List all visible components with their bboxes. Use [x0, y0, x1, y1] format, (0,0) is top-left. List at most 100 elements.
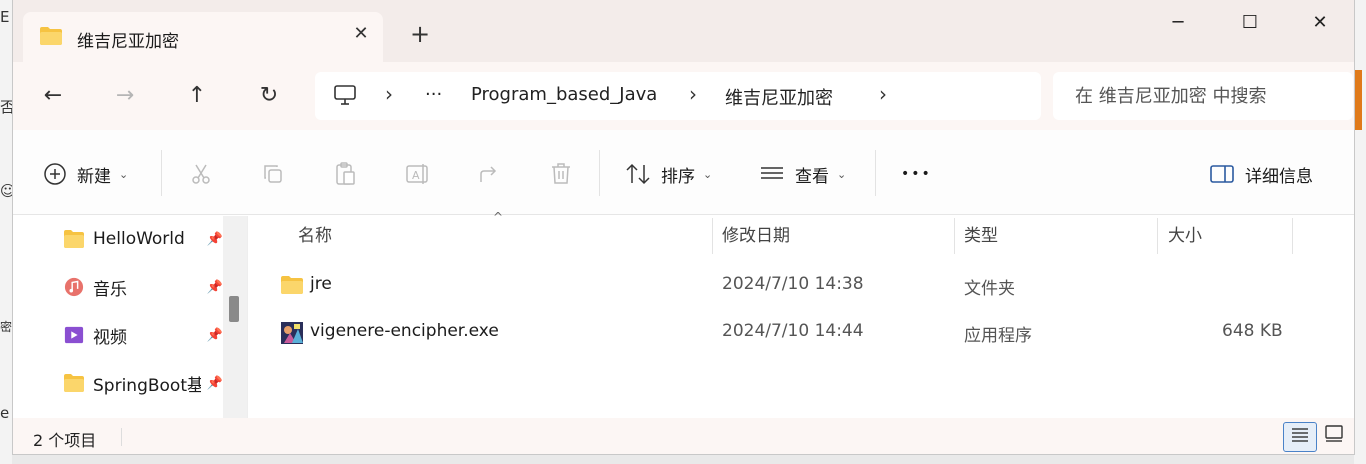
file-type: 应用程序 [964, 326, 1032, 346]
details-view-icon [1292, 428, 1308, 442]
column-divider[interactable] [1292, 218, 1293, 254]
details-label: 详细信息 [1245, 166, 1313, 187]
share-icon [480, 166, 497, 182]
pin-icon: 📌 [206, 327, 223, 343]
background-text: e [0, 404, 10, 422]
trash-icon [552, 163, 570, 184]
background-text: 密 [0, 320, 13, 334]
breadcrumb-ellipsis[interactable]: ··· [425, 84, 442, 105]
title-bar: 维吉尼亚加密 ✕ + ─ ☐ ✕ [13, 0, 1354, 62]
add-circle-icon [44, 163, 66, 185]
folder-icon [64, 230, 84, 248]
column-divider[interactable] [712, 218, 713, 254]
view-button[interactable]: 查看 ⌄ [759, 156, 846, 192]
background-app-left: E 否 ☺ 密 e [0, 0, 16, 464]
refresh-button[interactable]: ↻ [251, 80, 287, 112]
breadcrumb-chevron-icon[interactable]: › [385, 82, 393, 106]
tab-close-icon[interactable]: ✕ [349, 22, 373, 46]
status-divider [121, 428, 122, 446]
new-button[interactable]: 新建 ⌄ [43, 156, 128, 192]
up-button[interactable]: ↑ [179, 80, 215, 112]
music-icon [64, 277, 84, 297]
sidebar-item-springboot[interactable]: SpringBoot基 📌 [63, 368, 223, 398]
file-row[interactable]: vigenere-encipher.exe 2024/7/10 14:44 应用… [248, 309, 1354, 355]
file-date: 2024/7/10 14:44 [722, 321, 864, 341]
sort-button[interactable]: 排序 ⌄ [625, 156, 712, 192]
column-header-date[interactable]: 修改日期 [722, 216, 790, 256]
details-pane-button[interactable]: 详细信息 [1209, 156, 1313, 192]
sidebar-item-videos[interactable]: 视频 📌 [63, 320, 223, 350]
sort-icon [626, 163, 650, 185]
forward-button[interactable]: → [107, 80, 143, 112]
pin-icon: 📌 [206, 375, 223, 391]
computer-icon[interactable] [333, 84, 357, 106]
chevron-down-icon: ⌄ [703, 167, 713, 181]
copy-button[interactable] [261, 156, 285, 192]
file-name: jre [310, 274, 332, 294]
toolbar-divider [875, 150, 876, 196]
file-row[interactable]: jre 2024/7/10 14:38 文件夹 [248, 262, 1354, 308]
exe-icon [281, 322, 303, 344]
toolbar-divider [161, 150, 162, 196]
tab-active[interactable]: 维吉尼亚加密 ✕ [23, 12, 383, 62]
breadcrumb-item[interactable]: 维吉尼亚加密 [725, 84, 833, 110]
tab-title: 维吉尼亚加密 [77, 32, 179, 52]
sidebar-scrollbar[interactable] [223, 216, 247, 418]
scissors-icon [192, 164, 210, 184]
command-bar: 新建 ⌄ A 排序 ⌄ 查看 ⌄ ••• 详细信息 [13, 130, 1354, 215]
sidebar-item-helloworld[interactable]: HelloWorld 📌 [63, 224, 223, 254]
breadcrumb-chevron-icon[interactable]: › [689, 82, 697, 106]
background-app-right [1354, 0, 1366, 464]
background-text: E [0, 8, 10, 26]
column-header-size[interactable]: 大小 [1168, 216, 1202, 256]
column-divider[interactable] [954, 218, 955, 254]
toolbar-divider [599, 150, 600, 196]
svg-text:A: A [412, 169, 420, 182]
breadcrumb-item[interactable]: Program_based_Java [471, 84, 657, 105]
sidebar-item-label: 视频 [93, 327, 127, 348]
details-view-button[interactable] [1283, 422, 1317, 452]
sort-ascending-icon: ^ [493, 210, 504, 224]
search-box[interactable] [1053, 72, 1353, 120]
sidebar-item-label: 音乐 [93, 279, 127, 300]
copy-icon [264, 165, 282, 183]
column-header-name[interactable]: 名称 [298, 216, 332, 256]
search-input[interactable] [1053, 72, 1353, 120]
file-size: 648 KB [1222, 321, 1283, 341]
column-divider[interactable] [1157, 218, 1158, 254]
folder-icon [281, 276, 303, 294]
minimize-button[interactable]: ─ [1155, 8, 1201, 38]
more-options-button[interactable]: ••• [901, 156, 932, 192]
file-name: vigenere-encipher.exe [310, 321, 499, 341]
scrollbar-thumb[interactable] [229, 296, 239, 322]
file-type: 文件夹 [964, 279, 1015, 299]
column-header-type[interactable]: 类型 [964, 216, 998, 256]
maximize-button[interactable]: ☐ [1227, 8, 1273, 38]
rename-button[interactable]: A [405, 156, 431, 192]
item-count: 2 个项目 [33, 431, 97, 450]
address-bar[interactable]: › ··· Program_based_Java › 维吉尼亚加密 › [315, 72, 1041, 120]
chevron-down-icon: ⌄ [119, 167, 129, 181]
new-tab-button[interactable]: + [405, 20, 435, 48]
navigation-pane: HelloWorld 📌 音乐 📌 视频 📌 SpringBoot基 📌 [13, 216, 247, 418]
video-icon [64, 326, 84, 344]
details-pane-icon [1210, 165, 1234, 183]
cut-button[interactable] [189, 156, 213, 192]
breadcrumb-chevron-icon[interactable]: › [879, 82, 887, 106]
folder-icon [64, 374, 84, 392]
folder-icon [40, 27, 62, 45]
sidebar-item-label: HelloWorld [93, 229, 185, 249]
tiles-view-button[interactable] [1317, 422, 1351, 452]
file-explorer-window: 维吉尼亚加密 ✕ + ─ ☐ ✕ ← → ↑ ↻ › ··· Program_b… [12, 0, 1355, 455]
share-button[interactable] [477, 156, 501, 192]
status-bar: 2 个项目 [13, 418, 1354, 454]
new-label: 新建 [77, 166, 111, 187]
navigation-bar: ← → ↑ ↻ › ··· Program_based_Java › 维吉尼亚加… [13, 62, 1354, 130]
pin-icon: 📌 [206, 279, 223, 295]
paste-button[interactable] [333, 156, 357, 192]
back-button[interactable]: ← [35, 80, 71, 112]
pin-icon: 📌 [206, 231, 223, 247]
sidebar-item-music[interactable]: 音乐 📌 [63, 272, 223, 302]
delete-button[interactable] [549, 156, 573, 192]
close-window-button[interactable]: ✕ [1297, 8, 1343, 38]
